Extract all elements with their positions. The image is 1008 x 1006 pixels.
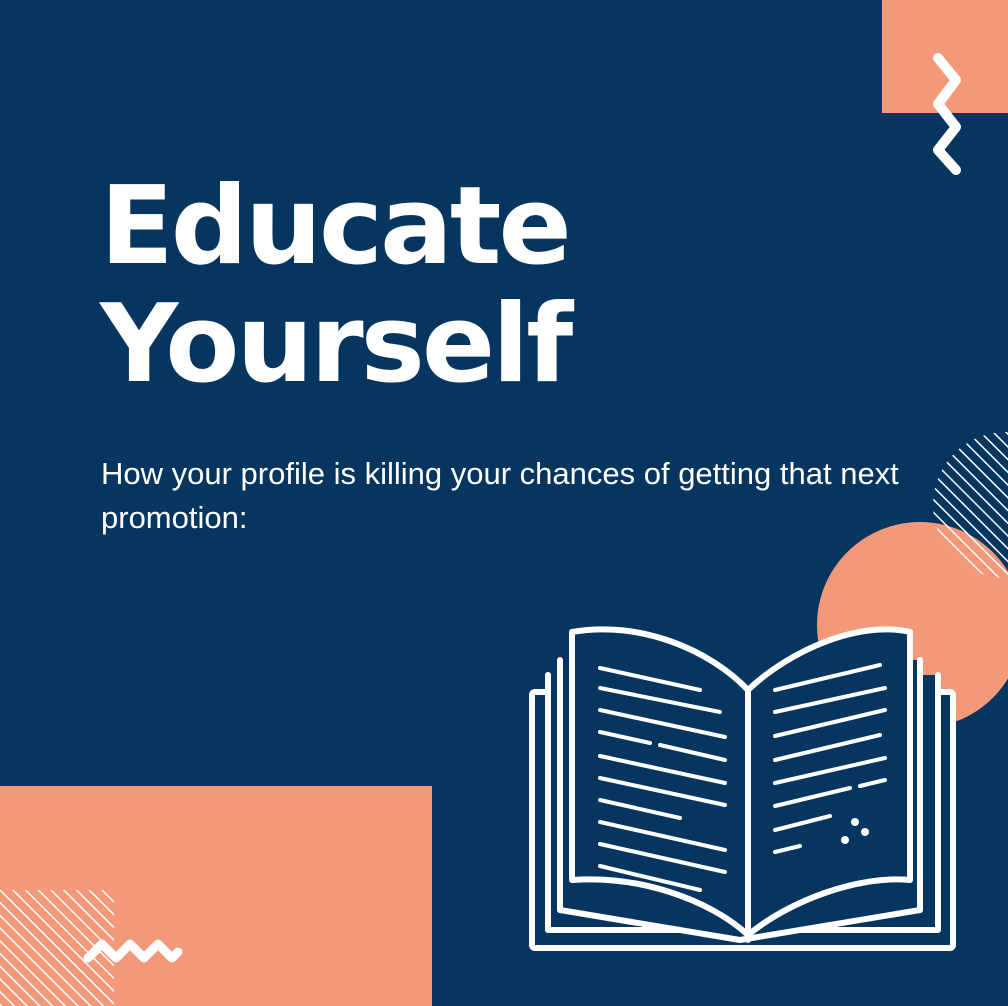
title-line-2: Yourself xyxy=(100,282,573,407)
subtitle-text: How your profile is killing your chances… xyxy=(101,456,899,535)
title-line-1: Educate xyxy=(100,164,572,289)
open-book-icon xyxy=(529,626,956,951)
page-title: Educate Yourself xyxy=(100,164,573,407)
slide-canvas: Educate Yourself How your profile is kil… xyxy=(0,0,1008,1006)
